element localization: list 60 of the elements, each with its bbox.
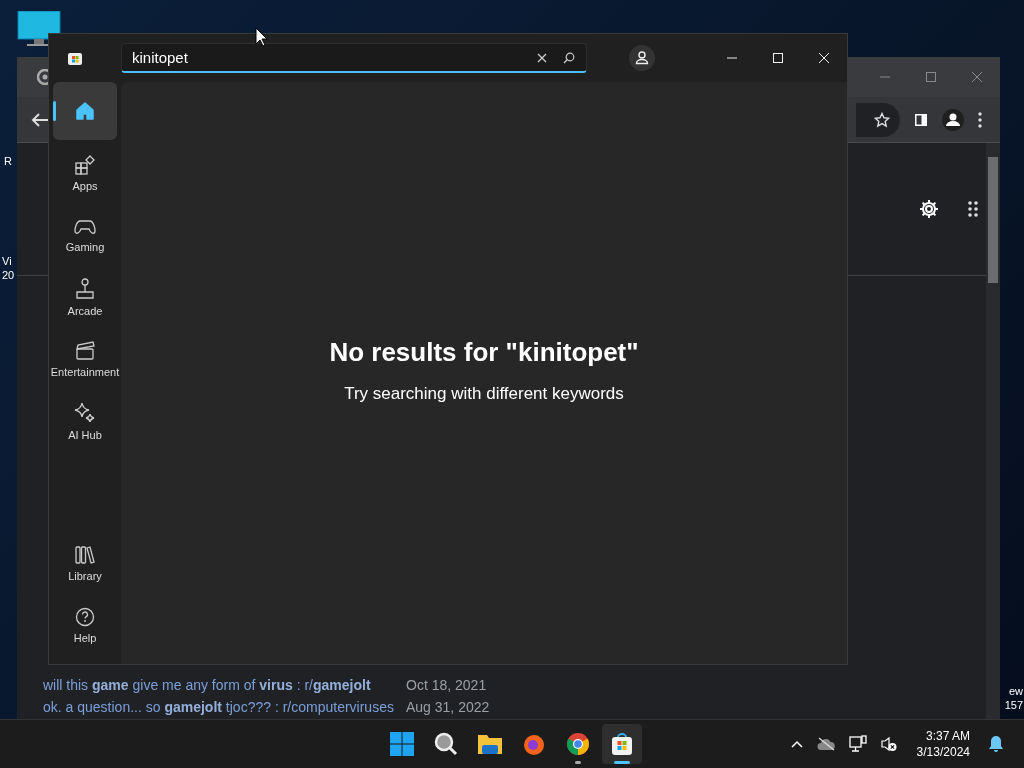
scrollbar-thumb[interactable] bbox=[988, 157, 998, 283]
desktop-icon-label: R bbox=[4, 154, 12, 168]
sparkles-icon bbox=[74, 401, 96, 424]
result-link[interactable]: will this game give me any form of virus : r/gamejolt bbox=[43, 677, 406, 693]
nav-item[interactable]: Help bbox=[53, 596, 117, 654]
chevron-up-icon[interactable] bbox=[790, 740, 803, 748]
browser-logo-icon bbox=[566, 732, 590, 756]
profile-icon[interactable] bbox=[942, 108, 964, 131]
no-results-heading: No results for "kinitopet" bbox=[329, 337, 639, 368]
cloud-off-icon[interactable] bbox=[816, 737, 835, 751]
taskbar-app-button[interactable] bbox=[602, 724, 642, 764]
result-date: Oct 18, 2021 bbox=[406, 677, 487, 693]
help-icon bbox=[75, 606, 95, 627]
library-books-icon bbox=[75, 544, 95, 565]
nav-item[interactable]: Arcade bbox=[53, 268, 117, 326]
search-icon bbox=[434, 732, 458, 756]
nav-item[interactable]: Apps bbox=[53, 144, 117, 202]
result-date: Aug 31, 2022 bbox=[406, 699, 490, 715]
windows-logo-icon bbox=[390, 732, 414, 756]
nav-item[interactable]: Library bbox=[53, 534, 117, 592]
clock-time: 3:37 AM bbox=[925, 728, 970, 744]
nav-item[interactable]: Gaming bbox=[53, 206, 117, 264]
account-icon[interactable] bbox=[629, 45, 655, 71]
nav-item[interactable]: AI Hub bbox=[53, 392, 117, 450]
no-results-hint: Try searching with different keywords bbox=[344, 384, 624, 404]
desktop-icon-label: Vi bbox=[2, 254, 13, 268]
store-bag-icon bbox=[610, 732, 634, 756]
clapperboard-icon bbox=[75, 340, 95, 361]
store-bag-icon bbox=[67, 50, 83, 66]
speaker-muted-icon[interactable] bbox=[880, 736, 897, 752]
scrollbar[interactable] bbox=[986, 143, 1000, 720]
desktop-icon-label: ew bbox=[1008, 684, 1023, 698]
network-icon[interactable] bbox=[848, 735, 867, 753]
desktop-icon-label: 20 bbox=[2, 268, 15, 282]
settings-icon[interactable] bbox=[918, 198, 940, 220]
folder-icon bbox=[477, 733, 503, 755]
clear-icon[interactable] bbox=[537, 53, 547, 63]
menu-icon[interactable] bbox=[978, 111, 982, 128]
fox-globe-icon bbox=[522, 732, 546, 756]
nav-item[interactable] bbox=[53, 82, 117, 140]
computer-icon[interactable] bbox=[17, 11, 61, 47]
clock-date: 3/13/2024 bbox=[916, 744, 970, 760]
running-indicator bbox=[614, 761, 630, 764]
address-bar[interactable] bbox=[856, 102, 900, 137]
home-icon bbox=[75, 101, 95, 121]
side-panel-icon[interactable] bbox=[914, 112, 928, 127]
star-icon[interactable] bbox=[874, 111, 890, 128]
game-controller-icon bbox=[74, 217, 96, 236]
apps-icon bbox=[75, 154, 95, 175]
mouse-pointer-icon bbox=[255, 27, 268, 47]
clock[interactable]: 3:37 AM 3/13/2024 bbox=[916, 728, 970, 760]
result-link[interactable]: ok. a question... so gamejolt tjoc??? : r/computerviruses bbox=[43, 699, 406, 715]
search-field[interactable]: kinitopet bbox=[121, 43, 587, 73]
back-arrow-icon[interactable] bbox=[31, 111, 49, 128]
bell-icon[interactable] bbox=[988, 735, 1004, 753]
search-icon[interactable] bbox=[563, 52, 575, 64]
apps-grid-icon[interactable] bbox=[968, 201, 980, 217]
running-indicator bbox=[575, 761, 581, 764]
desktop-icon-label: 157 bbox=[1004, 698, 1023, 712]
joystick-icon bbox=[75, 277, 95, 300]
